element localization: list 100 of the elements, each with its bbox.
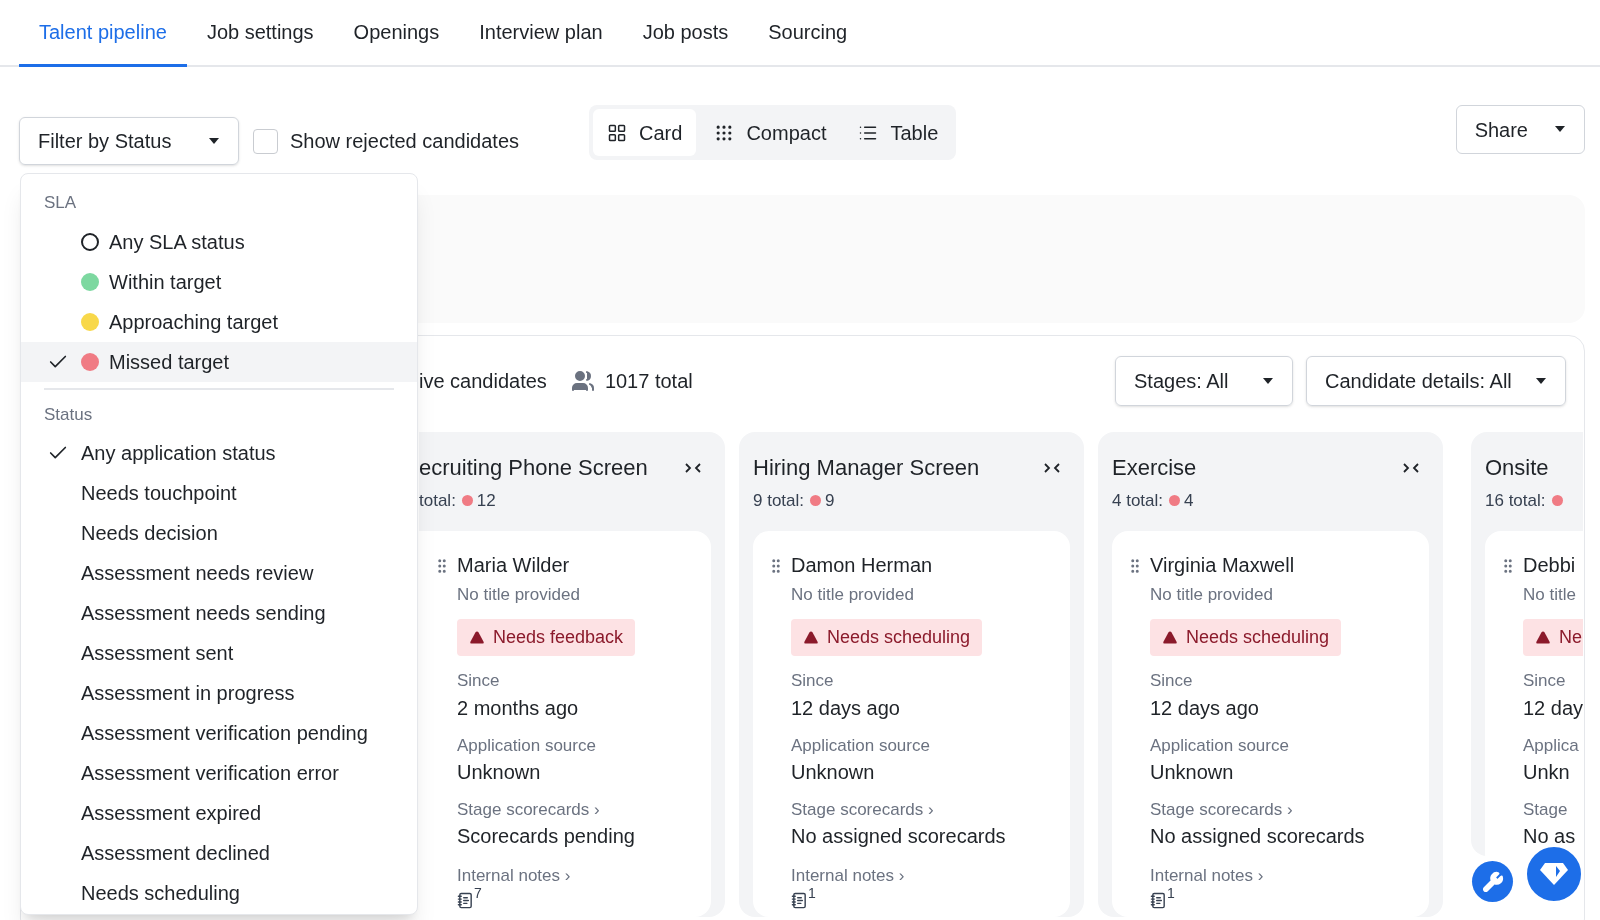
warning-icon: [1535, 630, 1551, 646]
candidate-details-dropdown[interactable]: Candidate details: All: [1306, 356, 1566, 406]
field-value: No assigned scorecards: [1150, 824, 1365, 849]
collapse-icon[interactable]: [683, 461, 703, 474]
status-flag: Needs scheduling: [1150, 619, 1342, 657]
menu-item[interactable]: Assessment needs review: [21, 553, 417, 593]
status-flag: Needs feedback: [457, 619, 636, 657]
field-value: 12 days ago: [1150, 695, 1260, 721]
field-value: 2 months ago: [457, 695, 580, 721]
people-icon: [570, 369, 595, 393]
total-count: 16 total:: [1485, 489, 1546, 512]
candidate-card[interactable]: Maria Wilder No title provided Needs feedback Since 2 months ago Application source Unknown Stage scorecards › Scorecards pending Internal notes › 7: [419, 531, 711, 917]
menu-item[interactable]: Assessment in progress: [21, 673, 417, 713]
caret-icon: [1262, 377, 1274, 385]
notes-count: 1: [808, 886, 816, 901]
field-value: Scorecards pending: [457, 824, 636, 849]
wrench-icon: [1481, 870, 1504, 893]
view-option[interactable]: Table: [844, 109, 953, 156]
menu-item[interactable]: Assessment verification error: [21, 753, 417, 793]
total-count: 1017 total: [604, 369, 693, 394]
scorecards-link[interactable]: Stage scorecards ›: [1150, 798, 1365, 820]
menu-item[interactable]: Assessment verification pending: [21, 713, 417, 753]
menu-item[interactable]: Assessment sent: [21, 633, 417, 673]
collapse-icon[interactable]: [1401, 461, 1421, 474]
section-heading: SLA: [43, 192, 78, 214]
notes-link[interactable]: Internal notes ›: [457, 865, 636, 887]
warning-icon: [469, 630, 485, 646]
tab[interactable]: Openings: [333, 0, 460, 67]
candidate-title: No title provided: [791, 584, 915, 606]
candidate-name[interactable]: Virginia Maxwell: [1150, 553, 1365, 578]
field-label: Applica: [1523, 734, 1580, 756]
field-value: 12 days ago: [791, 695, 901, 721]
field-value: Unkn: [1523, 759, 1571, 785]
notebook-icon: [1150, 892, 1167, 910]
view-option[interactable]: Card: [593, 109, 697, 156]
field-label: Since: [1150, 670, 1194, 692]
field-value: Unknown: [457, 759, 542, 785]
scorecards-link[interactable]: Stage scorecards ›: [791, 798, 1006, 820]
stages-dropdown[interactable]: Stages: All: [1115, 356, 1293, 406]
field-label: Since: [457, 670, 501, 692]
column-title: Hiring Manager Screen: [753, 454, 980, 482]
notebook-icon: [791, 892, 808, 910]
column-title: ecruiting Phone Screen: [419, 454, 648, 482]
notes-link[interactable]: Internal notes ›: [1150, 865, 1365, 887]
warning-icon: [1162, 630, 1178, 646]
section-heading: Status: [43, 403, 94, 426]
checkbox-label[interactable]: Show rejected candidates: [290, 126, 520, 156]
checkbox[interactable]: [253, 128, 278, 154]
menu-item[interactable]: Needs scheduling: [21, 873, 417, 913]
diamond-icon: [1539, 861, 1569, 887]
menu-item[interactable]: Approaching target: [21, 301, 417, 342]
candidate-title: No title provided: [457, 584, 581, 606]
caret-icon: [1554, 126, 1566, 133]
missed-count: 12: [476, 489, 496, 512]
grid-icon: [607, 122, 628, 143]
view-option[interactable]: Compact: [700, 109, 841, 156]
collapse-icon[interactable]: [1042, 461, 1062, 474]
notes-link[interactable]: Internal notes ›: [791, 865, 1006, 887]
menu-item[interactable]: Assessment expired: [21, 793, 417, 833]
candidate-card[interactable]: Debbi No title Ne Since 12 day Applica Unkn Stage No as: [1485, 531, 1583, 856]
notes-count: 7: [474, 886, 482, 901]
menu-item[interactable]: Missed target: [21, 341, 417, 382]
wrench-button[interactable]: [1472, 861, 1513, 902]
menu-item[interactable]: Assessment needs sending: [21, 593, 417, 633]
candidate-name[interactable]: Damon Herman: [791, 553, 1006, 578]
candidate-name[interactable]: Maria Wilder: [457, 553, 636, 578]
tab[interactable]: Job posts: [622, 0, 749, 67]
field-label: Application source: [791, 734, 931, 756]
caret-icon: [208, 137, 220, 145]
missed-count: 9: [825, 489, 835, 512]
share-button[interactable]: Share: [1455, 105, 1585, 154]
warning-icon: [803, 630, 819, 646]
status-flag: Ne: [1523, 619, 1583, 657]
menu-item[interactable]: Any application status: [21, 433, 417, 473]
scorecards-link[interactable]: Stage scorecards ›: [457, 798, 636, 820]
candidate-title: No title: [1523, 584, 1577, 606]
candidate-name[interactable]: Debbi: [1523, 553, 1583, 578]
field-value: No as: [1523, 824, 1577, 849]
tab[interactable]: Job settings: [186, 0, 334, 67]
field-label: Application source: [457, 734, 597, 756]
menu-item[interactable]: Within target: [21, 261, 417, 302]
column-title: Onsite: [1485, 454, 1549, 482]
tab[interactable]: Interview plan: [459, 0, 623, 67]
menu-item[interactable]: Assessment declined: [21, 833, 417, 873]
menu-item[interactable]: Needs decision: [21, 513, 417, 553]
candidates-label: ive candidates: [419, 369, 547, 394]
menu-item[interactable]: Needs touchpoint: [21, 473, 417, 513]
field-value: 12 day: [1523, 695, 1583, 721]
scorecards-link[interactable]: Stage: [1523, 798, 1583, 820]
filter-dropdown[interactable]: Filter by Status: [19, 117, 239, 165]
total-count: 9 total:: [753, 489, 805, 512]
tab[interactable]: Sourcing: [748, 0, 868, 67]
candidate-card[interactable]: Damon Herman No title provided Needs scheduling Since 12 days ago Application source Unknown Stage scorecards › No assigned scorecards Internal notes › 1: [753, 531, 1070, 917]
field-value: No assigned scorecards: [791, 824, 1006, 849]
total-count: 4 total:: [1112, 489, 1164, 512]
tab[interactable]: Talent pipeline: [19, 0, 187, 67]
field-label: Since: [791, 670, 835, 692]
menu-item[interactable]: Any SLA status: [21, 221, 417, 262]
candidate-card[interactable]: Virginia Maxwell No title provided Needs scheduling Since 12 days ago Application source Unknown Stage scorecards › No assigned scorecards Internal notes › 1: [1112, 531, 1429, 917]
notebook-icon: [457, 892, 474, 910]
